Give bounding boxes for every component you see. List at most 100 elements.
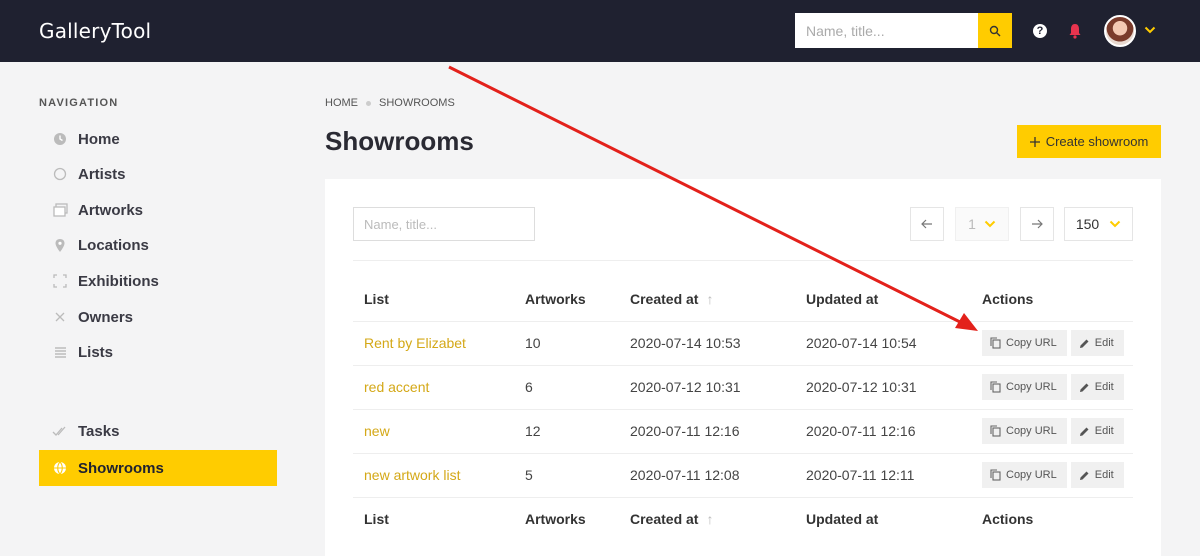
edit-button[interactable]: Edit: [1070, 418, 1124, 445]
globe-icon: [52, 460, 68, 476]
prev-page-button[interactable]: [910, 207, 944, 241]
page-number: 1: [968, 216, 976, 232]
next-page-button[interactable]: [1020, 207, 1054, 241]
edit-button[interactable]: Edit: [1070, 330, 1124, 357]
sidebar-item-label: Owners: [78, 308, 134, 326]
updated-at: 2020-07-12 10:31: [795, 364, 971, 409]
updated-at: 2020-07-11 12:11: [795, 452, 971, 497]
footer-artworks: Artworks: [514, 496, 619, 541]
column-header-created[interactable]: Created at ↑: [619, 277, 795, 321]
help-icon[interactable]: ?: [1033, 24, 1047, 38]
sidebar-item-artworks[interactable]: Artworks: [39, 192, 277, 228]
column-header-actions: Actions: [982, 290, 1034, 307]
pencil-icon: [1079, 383, 1089, 392]
avatar[interactable]: [1104, 15, 1136, 47]
per-page-value: 150: [1075, 216, 1100, 232]
plus-icon: [1029, 136, 1040, 147]
arrow-right-icon: [1032, 219, 1043, 229]
column-header-list[interactable]: List: [353, 277, 514, 321]
showrooms-table: List Artworks Created at ↑ Updated at Act…: [353, 277, 1133, 541]
footer-created: Created at ↑: [619, 496, 795, 541]
copy-url-button[interactable]: Copy URL: [982, 329, 1067, 356]
footer-created-label: Created at: [630, 511, 699, 528]
edit-label: Edit: [1094, 425, 1114, 438]
updated-at: 2020-07-14 10:54: [795, 320, 971, 365]
artworks-count: 10: [514, 320, 619, 365]
x-icon: [52, 309, 68, 325]
page-select[interactable]: 1: [955, 207, 1009, 241]
pencil-icon: [1079, 471, 1089, 480]
row-actions: Copy URL Edit: [971, 408, 1133, 453]
sidebar-item-label: Locations: [78, 236, 149, 254]
chevron-down-icon: [1109, 220, 1121, 228]
created-at: 2020-07-12 10:31: [619, 364, 795, 409]
arrow-left-icon: [921, 219, 932, 229]
row-actions: Copy URL Edit: [971, 452, 1133, 497]
sidebar-item-showrooms[interactable]: Showrooms: [39, 450, 277, 486]
created-at: 2020-07-11 12:16: [619, 408, 795, 453]
copy-url-label: Copy URL: [1006, 424, 1057, 437]
artworks-count: 6: [514, 364, 619, 409]
check-icon: [52, 423, 68, 439]
chevron-down-icon: [984, 220, 996, 228]
table-header-row: List Artworks Created at ↑ Updated at Act…: [353, 277, 1133, 321]
created-at: 2020-07-11 12:08: [619, 452, 795, 497]
sidebar-item-label: Artists: [78, 165, 126, 183]
app-logo[interactable]: GalleryTool: [39, 19, 151, 43]
edit-label: Edit: [1094, 469, 1114, 482]
copy-url-button[interactable]: Copy URL: [982, 461, 1067, 488]
footer-list: List: [353, 496, 514, 541]
copy-url-button[interactable]: Copy URL: [982, 417, 1067, 444]
sidebar-item-owners[interactable]: Owners: [39, 299, 277, 335]
global-search-button[interactable]: [978, 13, 1012, 48]
list-name-link[interactable]: new: [353, 408, 514, 453]
copy-icon: [990, 469, 1001, 481]
sidebar-item-label: Home: [78, 130, 120, 148]
pencil-icon: [1079, 427, 1089, 436]
row-actions: Copy URL Edit: [971, 364, 1133, 409]
copy-icon: [990, 337, 1001, 349]
table-footer-row: List Artworks Created at ↑ Updated at Act…: [353, 496, 1133, 541]
filter-input[interactable]: [353, 207, 535, 241]
sidebar-item-lists[interactable]: Lists: [39, 334, 277, 370]
chevron-down-icon[interactable]: [1144, 25, 1156, 35]
footer-updated: Updated at: [795, 496, 971, 541]
sidebar-item-tasks[interactable]: Tasks: [39, 413, 277, 449]
pencil-icon: [1079, 339, 1089, 348]
sidebar-item-artists[interactable]: Artists: [39, 156, 277, 192]
edit-button[interactable]: Edit: [1070, 374, 1124, 401]
sidebar-item-locations[interactable]: Locations: [39, 227, 277, 263]
sidebar-item-exhibitions[interactable]: Exhibitions: [39, 263, 277, 299]
sidebar-item-label: Lists: [78, 343, 114, 361]
bell-icon[interactable]: [1068, 23, 1082, 39]
list-icon: [52, 344, 68, 360]
breadcrumb: HOME SHOWROOMS: [325, 97, 455, 109]
column-header-updated[interactable]: Updated at: [795, 277, 971, 321]
edit-button[interactable]: Edit: [1070, 462, 1124, 489]
divider: [353, 260, 1133, 261]
global-search-input[interactable]: [795, 13, 978, 48]
breadcrumb-home[interactable]: HOME: [325, 97, 358, 109]
circle-icon: [52, 166, 68, 182]
row-actions: Copy URL Edit: [971, 320, 1133, 365]
updated-at: 2020-07-11 12:16: [795, 408, 971, 453]
list-name-link[interactable]: red accent: [353, 364, 514, 409]
copy-url-button[interactable]: Copy URL: [982, 373, 1067, 400]
sidebar-item-home[interactable]: Home: [39, 121, 277, 157]
column-header-created-label: Created at: [630, 290, 699, 307]
sidebar-item-label: Artworks: [78, 201, 144, 219]
table-row: new artwork list 5 2020-07-11 12:08 2020…: [353, 452, 1133, 497]
list-name-link[interactable]: Rent by Elizabet: [353, 320, 514, 365]
list-name-link[interactable]: new artwork list: [353, 452, 514, 497]
showrooms-card: 1 150 List Artworks Created at ↑ Updated …: [325, 179, 1161, 556]
table-row: new 12 2020-07-11 12:16 2020-07-11 12:16…: [353, 408, 1133, 453]
sidebar-item-label: Showrooms: [78, 459, 164, 477]
create-showroom-label: Create showroom: [1045, 134, 1149, 149]
create-showroom-button[interactable]: Create showroom: [1017, 125, 1161, 158]
top-bar: GalleryTool ?: [0, 0, 1200, 62]
artworks-count: 5: [514, 452, 619, 497]
copy-url-label: Copy URL: [1006, 380, 1057, 393]
column-header-artworks[interactable]: Artworks: [514, 277, 619, 321]
per-page-select[interactable]: 150: [1064, 207, 1133, 241]
pin-icon: [52, 237, 68, 253]
